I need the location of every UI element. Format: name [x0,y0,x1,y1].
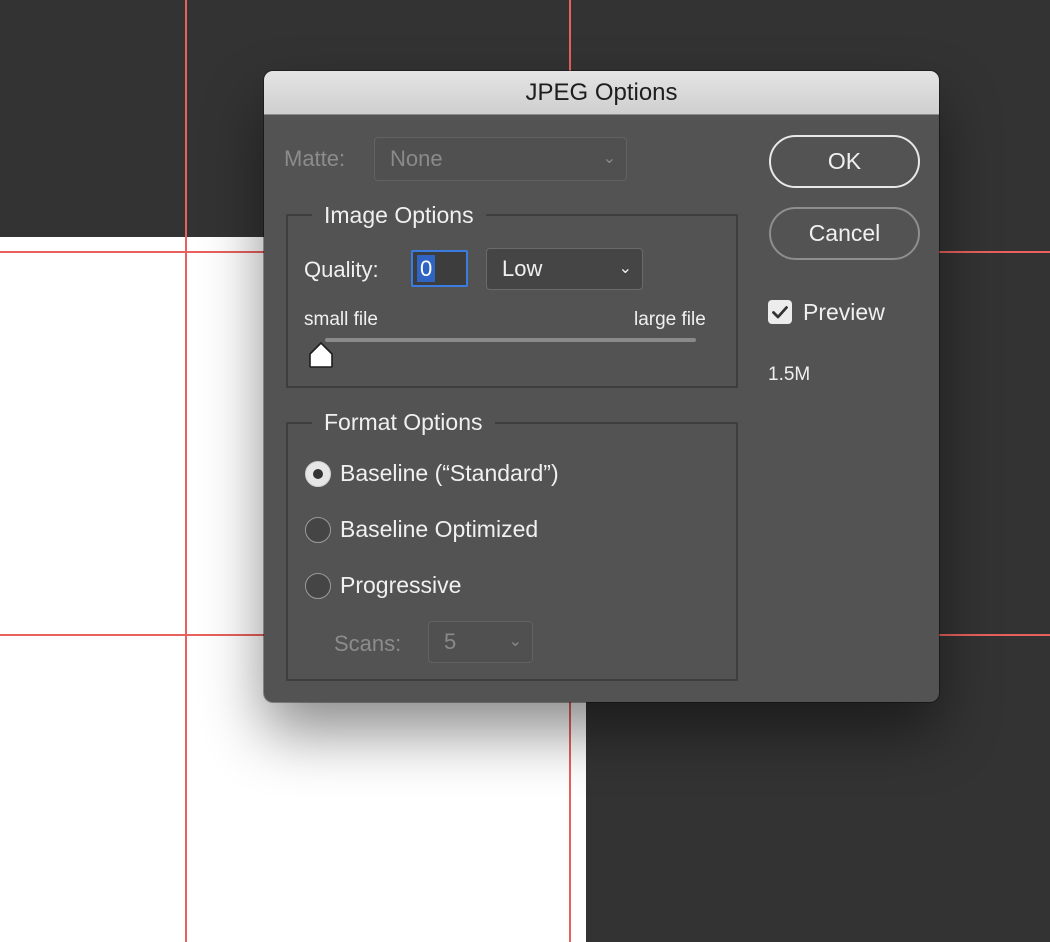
preview-label: Preview [803,299,885,325]
radio-baseline-standard[interactable] [305,461,331,487]
small-file-label: small file [304,309,378,330]
matte-select[interactable]: None ⌄ [374,137,627,181]
preview-checkbox[interactable] [768,300,792,324]
baseline-optimized-label: Baseline Optimized [340,516,539,542]
guide-vertical [185,0,187,942]
image-options-group [286,214,738,388]
matte-label: Matte: [284,146,346,171]
quality-slider-track[interactable] [325,338,696,342]
image-options-title: Image Options [312,202,486,229]
scans-label: Scans: [334,631,402,656]
jpeg-options-dialog: JPEG Options Matte: None ⌄ Image Options… [264,71,939,702]
file-size-text: 1.5M [768,364,811,385]
radio-baseline-optimized[interactable] [305,517,331,543]
chevron-down-icon: ⌄ [602,150,616,167]
baseline-standard-label: Baseline (“Standard”) [340,460,559,486]
ok-button[interactable]: OK [769,135,920,188]
large-file-label: large file [634,309,706,330]
chevron-down-icon: ⌄ [508,633,522,650]
radio-progressive[interactable] [305,573,331,599]
matte-value: None [390,146,443,171]
format-options-title: Format Options [312,409,495,436]
progressive-label: Progressive [340,572,462,598]
dialog-title: JPEG Options [264,71,939,115]
scans-select[interactable]: 5 ⌄ [428,621,533,663]
quality-value: 0 [417,255,436,282]
slider-thumb-icon[interactable] [308,341,334,369]
quality-label: Quality: [304,257,379,282]
radio-dot [313,469,323,479]
cancel-button[interactable]: Cancel [769,207,920,260]
quality-input[interactable]: 0 [411,250,468,287]
scans-value: 5 [444,629,457,654]
quality-preset-value: Low [502,256,543,281]
chevron-down-icon: ⌄ [618,260,632,277]
checkmark-icon [772,306,788,319]
quality-preset-select[interactable]: Low ⌄ [486,248,643,290]
